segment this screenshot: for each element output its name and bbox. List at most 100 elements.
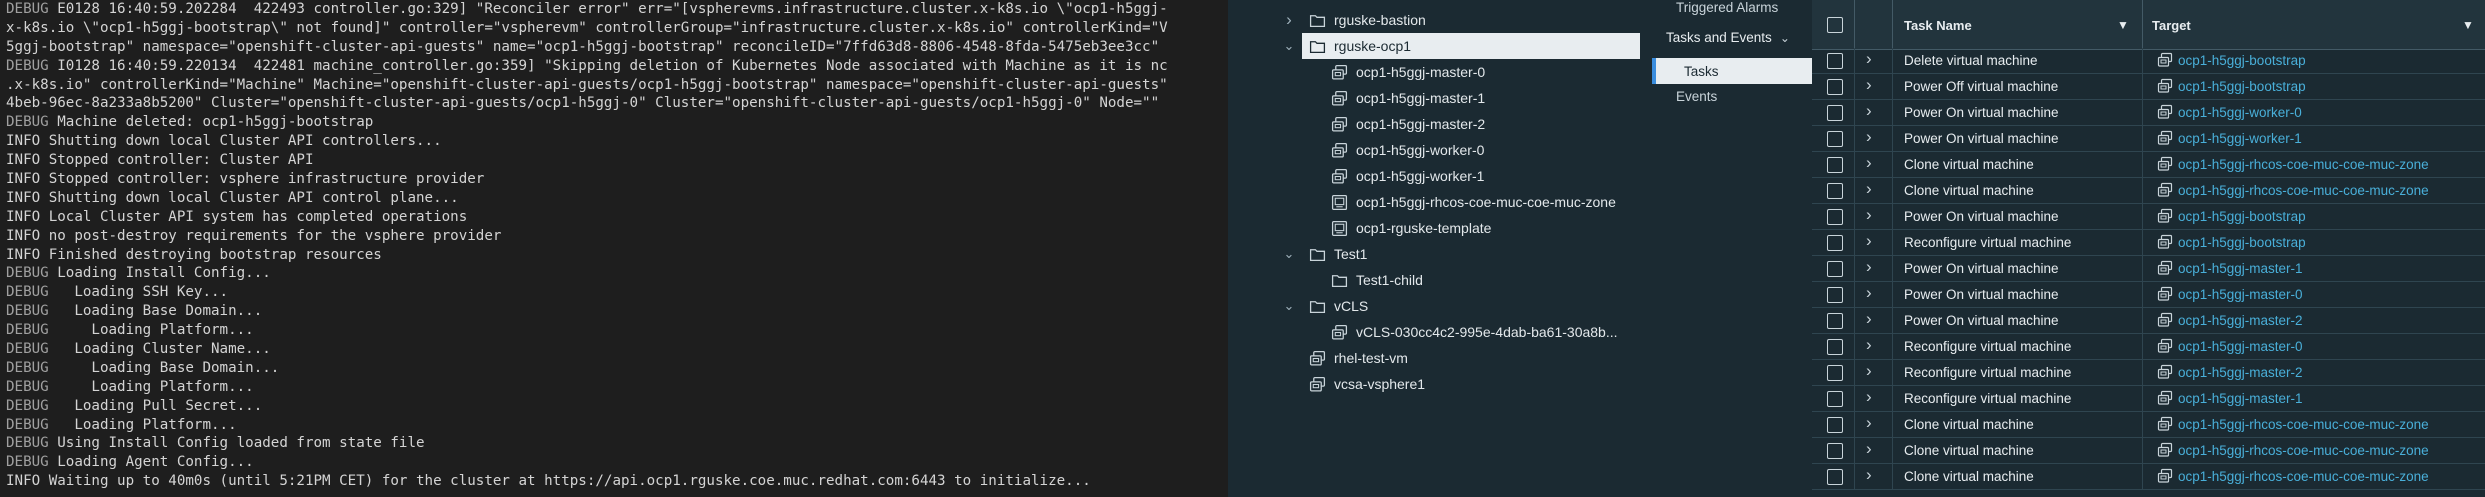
tree-item[interactable]: vCLS: [1308, 293, 1368, 319]
target-link[interactable]: ocp1-h5ggj-master-1: [2157, 390, 2303, 406]
target-link[interactable]: ocp1-h5ggj-worker-0: [2157, 104, 2302, 120]
table-row[interactable]: › Clone virtual machine ocp1-h5ggj-rhcos-c…: [1812, 412, 2485, 438]
expand-row-chevron-icon[interactable]: ›: [1866, 257, 1872, 277]
table-row[interactable]: › Clone virtual machine ocp1-h5ggj-rhcos-c…: [1812, 178, 2485, 204]
expand-row-chevron-icon[interactable]: ›: [1866, 413, 1872, 433]
row-checkbox[interactable]: [1827, 105, 1843, 121]
tree-item[interactable]: ocp1-h5ggj-master-2: [1330, 111, 1485, 137]
row-checkbox[interactable]: [1827, 339, 1843, 355]
table-row[interactable]: › Power On virtual machine ocp1-h5ggj-mast…: [1812, 308, 2485, 334]
expand-row-chevron-icon[interactable]: ›: [1866, 231, 1872, 251]
expand-row-chevron-icon[interactable]: ›: [1866, 205, 1872, 225]
row-checkbox[interactable]: [1827, 287, 1843, 303]
target-link[interactable]: ocp1-h5ggj-master-0: [2157, 286, 2303, 302]
filter-icon[interactable]: ▼: [2117, 0, 2129, 50]
nav-item-triggered-alarms[interactable]: Triggered Alarms: [1676, 0, 1778, 15]
table-row[interactable]: › Power On virtual machine ocp1-h5ggj-work…: [1812, 100, 2485, 126]
expand-row-chevron-icon[interactable]: ›: [1866, 361, 1872, 381]
expand-row-chevron-icon[interactable]: ›: [1866, 127, 1872, 147]
chevron-down-icon[interactable]: ⌄: [1282, 245, 1296, 263]
target-link[interactable]: ocp1-h5ggj-rhcos-coe-muc-coe-muc-zone: [2157, 442, 2429, 458]
task-name-cell: Power On virtual machine: [1904, 209, 2059, 224]
expand-row-chevron-icon[interactable]: ›: [1866, 153, 1872, 173]
tree-item[interactable]: ocp1-rguske-template: [1330, 215, 1491, 241]
tree-item[interactable]: vcsa-vsphere1: [1308, 371, 1425, 397]
chevron-right-icon[interactable]: ›: [1282, 11, 1296, 29]
expand-row-chevron-icon[interactable]: ›: [1866, 387, 1872, 407]
table-row[interactable]: › Reconfigure virtual machine ocp1-h5ggj-m…: [1812, 360, 2485, 386]
row-checkbox[interactable]: [1827, 209, 1843, 225]
select-all-checkbox[interactable]: [1827, 0, 1843, 50]
nav-item-tasks[interactable]: Tasks: [1652, 58, 1818, 84]
table-row[interactable]: › Clone virtual machine ocp1-h5ggj-rhcos-c…: [1812, 152, 2485, 178]
tree-item[interactable]: Test1-child: [1330, 267, 1423, 293]
target-link[interactable]: ocp1-h5ggj-bootstrap: [2157, 208, 2306, 224]
tree-item[interactable]: ocp1-h5ggj-master-0: [1330, 59, 1485, 85]
chevron-down-icon[interactable]: ⌄: [1282, 297, 1296, 315]
nav-item-events[interactable]: Events: [1676, 89, 1717, 104]
tree-item[interactable]: ocp1-h5ggj-master-1: [1330, 85, 1485, 111]
target-link[interactable]: ocp1-h5ggj-bootstrap: [2157, 78, 2306, 94]
row-checkbox[interactable]: [1827, 469, 1843, 485]
target-link[interactable]: ocp1-h5ggj-rhcos-coe-muc-coe-muc-zone: [2157, 156, 2429, 172]
table-row[interactable]: › Reconfigure virtual machine ocp1-h5ggj-m…: [1812, 386, 2485, 412]
tree-item[interactable]: ocp1-h5ggj-worker-1: [1330, 163, 1484, 189]
table-row[interactable]: › Clone virtual machine ocp1-h5ggj-rhcos-c…: [1812, 464, 2485, 490]
target-link[interactable]: ocp1-h5ggj-rhcos-coe-muc-coe-muc-zone: [2157, 182, 2429, 198]
target-link[interactable]: ocp1-h5ggj-master-2: [2157, 364, 2303, 380]
terminal-output[interactable]: DEBUG E0128 16:40:59.202284 422493 contr…: [0, 0, 1228, 497]
table-row[interactable]: › Clone virtual machine ocp1-h5ggj-rhcos-c…: [1812, 438, 2485, 464]
target-link[interactable]: ocp1-h5ggj-rhcos-coe-muc-coe-muc-zone: [2157, 468, 2429, 484]
chevron-down-icon[interactable]: ⌄: [1282, 37, 1296, 55]
tree-item[interactable]: rguske-ocp1: [1302, 33, 1640, 59]
expand-row-chevron-icon[interactable]: ›: [1866, 283, 1872, 303]
row-checkbox[interactable]: [1827, 183, 1843, 199]
column-header-target[interactable]: Target: [2152, 0, 2191, 50]
row-checkbox[interactable]: [1827, 443, 1843, 459]
log-level: DEBUG: [6, 322, 49, 339]
table-row[interactable]: › Power Off virtual machine ocp1-h5ggj-boo…: [1812, 74, 2485, 100]
tree-item[interactable]: vCLS-030cc4c2-995e-4dab-ba61-30a8b...: [1330, 319, 1618, 345]
target-link[interactable]: ocp1-h5ggj-master-2: [2157, 312, 2303, 328]
tree-item[interactable]: Test1: [1308, 241, 1367, 267]
target-link[interactable]: ocp1-h5ggj-bootstrap: [2157, 52, 2306, 68]
row-checkbox[interactable]: [1827, 261, 1843, 277]
row-checkbox[interactable]: [1827, 79, 1843, 95]
target-link[interactable]: ocp1-h5ggj-master-0: [2157, 338, 2303, 354]
expand-row-chevron-icon[interactable]: ›: [1866, 335, 1872, 355]
table-row[interactable]: › Power On virtual machine ocp1-h5ggj-mast…: [1812, 282, 2485, 308]
expand-row-chevron-icon[interactable]: ›: [1866, 75, 1872, 95]
row-checkbox[interactable]: [1827, 391, 1843, 407]
expand-row-chevron-icon[interactable]: ›: [1866, 465, 1872, 485]
row-checkbox[interactable]: [1827, 365, 1843, 381]
filter-icon[interactable]: ▼: [2462, 0, 2474, 50]
expand-row-chevron-icon[interactable]: ›: [1866, 101, 1872, 121]
expand-row-chevron-icon[interactable]: ›: [1866, 439, 1872, 459]
row-checkbox[interactable]: [1827, 235, 1843, 251]
table-row[interactable]: › Reconfigure virtual machine ocp1-h5ggj-m…: [1812, 334, 2485, 360]
expand-row-chevron-icon[interactable]: ›: [1866, 179, 1872, 199]
target-link[interactable]: ocp1-h5ggj-bootstrap: [2157, 234, 2306, 250]
tree-item[interactable]: ocp1-h5ggj-rhcos-coe-muc-coe-muc-zone: [1330, 189, 1616, 215]
column-header-task-name[interactable]: Task Name: [1904, 0, 1972, 50]
table-row[interactable]: › Reconfigure virtual machine ocp1-h5ggj-b…: [1812, 230, 2485, 256]
table-row[interactable]: › Power On virtual machine ocp1-h5ggj-work…: [1812, 126, 2485, 152]
expand-row-chevron-icon[interactable]: ›: [1866, 309, 1872, 329]
target-link[interactable]: ocp1-h5ggj-rhcos-coe-muc-coe-muc-zone: [2157, 416, 2429, 432]
tree-item[interactable]: rhel-test-vm: [1308, 345, 1408, 371]
row-checkbox[interactable]: [1827, 157, 1843, 173]
target-link[interactable]: ocp1-h5ggj-worker-1: [2157, 130, 2302, 146]
table-row[interactable]: › Delete virtual machine ocp1-h5ggj-bootst…: [1812, 48, 2485, 74]
row-checkbox[interactable]: [1827, 313, 1843, 329]
row-checkbox[interactable]: [1827, 53, 1843, 69]
nav-group-tasks-and-events[interactable]: Tasks and Events ⌄: [1666, 30, 1790, 45]
row-checkbox[interactable]: [1827, 417, 1843, 433]
task-name-cell: Power On virtual machine: [1904, 261, 2059, 276]
target-link[interactable]: ocp1-h5ggj-master-1: [2157, 260, 2303, 276]
expand-row-chevron-icon[interactable]: ›: [1866, 49, 1872, 69]
tree-item[interactable]: rguske-bastion: [1308, 7, 1426, 33]
row-checkbox[interactable]: [1827, 131, 1843, 147]
table-row[interactable]: › Power On virtual machine ocp1-h5ggj-boot…: [1812, 204, 2485, 230]
tree-item[interactable]: ocp1-h5ggj-worker-0: [1330, 137, 1484, 163]
table-row[interactable]: › Power On virtual machine ocp1-h5ggj-mast…: [1812, 256, 2485, 282]
